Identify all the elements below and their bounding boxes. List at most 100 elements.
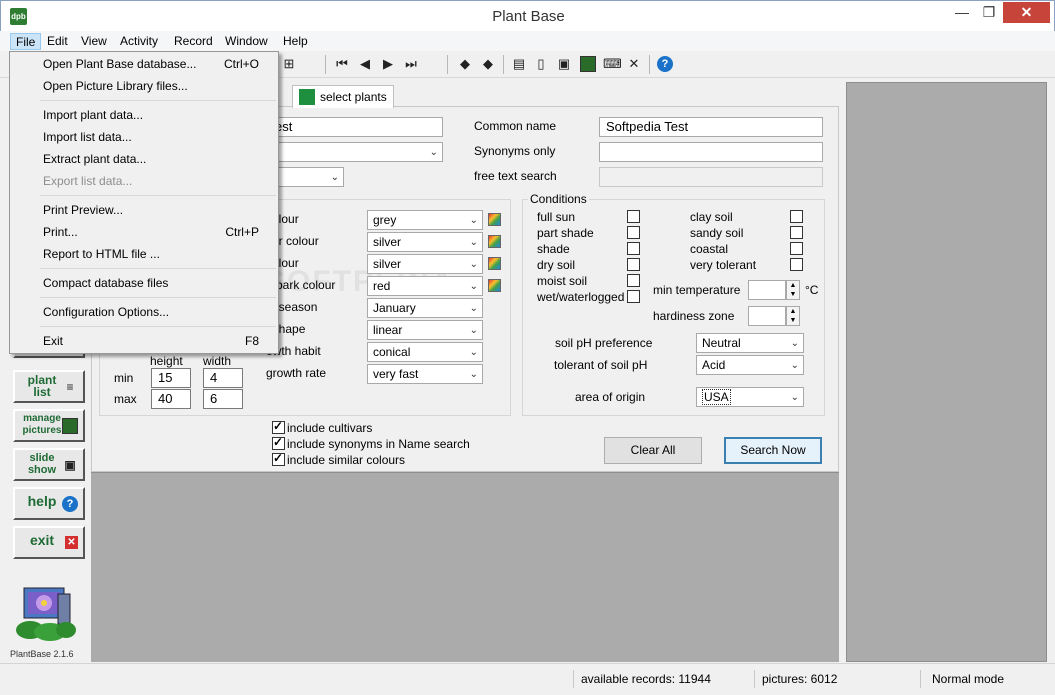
picture-icon[interactable] [580, 56, 596, 72]
menu-print[interactable]: Print... Ctrl+P [10, 222, 278, 242]
ph-tolerance-select[interactable]: Acid ⌄ [696, 355, 804, 375]
menu-separator [40, 326, 276, 327]
picture-icon [62, 418, 78, 434]
help-icon[interactable]: ? [657, 56, 673, 72]
hardiness-zone-input[interactable] [748, 306, 786, 326]
menu-file[interactable]: File [10, 33, 42, 50]
help-button[interactable]: help ? [13, 487, 85, 520]
part-shade-checkbox[interactable] [627, 226, 640, 239]
area-of-origin-select[interactable]: USA ⌄ [696, 387, 804, 407]
min-height-input[interactable]: 15 [151, 368, 191, 388]
colour-picker-icon[interactable] [488, 257, 501, 270]
hardiness-zone-label: hardiness zone [653, 309, 735, 323]
menu-report-html[interactable]: Report to HTML file ... [10, 244, 278, 264]
close-button[interactable]: ✕ [1003, 2, 1050, 23]
colour-picker-icon[interactable] [488, 235, 501, 248]
forward-icon[interactable]: ◆ [480, 56, 496, 72]
menu-item-label: Configuration Options... [43, 305, 170, 319]
menu-separator [40, 297, 276, 298]
exit-button[interactable]: exit ✕ [13, 526, 85, 559]
manage-pictures-button[interactable]: manage pictures [13, 409, 85, 442]
colour-select[interactable]: red ⌄ [367, 276, 483, 296]
condition-label: very tolerant [690, 258, 757, 272]
next-record-icon[interactable]: ▶ [380, 56, 396, 72]
search-now-button[interactable]: Search Now [724, 437, 822, 464]
menu-extract-plant-data[interactable]: Extract plant data... [10, 149, 278, 169]
menu-configuration-options[interactable]: Configuration Options... [10, 302, 278, 322]
free-text-input[interactable] [599, 167, 823, 187]
clay-soil-checkbox[interactable] [790, 210, 803, 223]
name-field[interactable]: est [268, 117, 443, 137]
menu-activity[interactable]: Activity [115, 33, 163, 50]
full-sun-checkbox[interactable] [627, 210, 640, 223]
menu-record[interactable]: Record [169, 33, 218, 50]
min-temperature-input[interactable] [748, 280, 786, 300]
keyboard-icon[interactable]: ⌨ [603, 56, 622, 72]
synonyms-label: Synonyms only [474, 144, 556, 158]
minimize-button[interactable]: — [949, 2, 975, 23]
last-record-icon[interactable]: ⏭ [403, 56, 419, 72]
colour-select[interactable]: grey ⌄ [367, 210, 483, 230]
leaf-shape-select[interactable]: linear ⌄ [367, 320, 483, 340]
previous-record-icon[interactable]: ◀ [357, 56, 373, 72]
moist-soil-checkbox[interactable] [627, 274, 640, 287]
menu-view[interactable]: View [76, 33, 112, 50]
colour-select[interactable]: silver ⌄ [367, 232, 483, 252]
new-record-icon[interactable]: ⊞ [281, 56, 297, 72]
min-width-input[interactable]: 4 [203, 368, 243, 388]
wet-waterlogged-checkbox[interactable] [627, 290, 640, 303]
very-tolerant-checkbox[interactable] [790, 258, 803, 271]
season-select[interactable]: January ⌄ [367, 298, 483, 318]
colour-picker-icon[interactable] [488, 279, 501, 292]
min-label: min [114, 371, 134, 385]
tools-icon[interactable]: ✕ [626, 56, 642, 72]
menu-import-plant-data[interactable]: Import plant data... [10, 105, 278, 125]
slide-show-button[interactable]: slide show ▣ [13, 448, 85, 481]
menu-help[interactable]: Help [278, 33, 313, 50]
growth-habit-select[interactable]: conical ⌄ [367, 342, 483, 362]
menu-exit[interactable]: Exit F8 [10, 331, 278, 351]
dry-soil-checkbox[interactable] [627, 258, 640, 271]
menu-window[interactable]: Window [220, 33, 273, 50]
menu-open-database[interactable]: Open Plant Base database... Ctrl+O [10, 54, 278, 74]
title-bar: dpb Plant Base — ❐ ✕ [0, 0, 1055, 31]
tab-label: select plants [320, 90, 387, 104]
tab-select-plants[interactable]: select plants [292, 85, 394, 108]
ph-preference-select[interactable]: Neutral ⌄ [696, 333, 804, 353]
clear-all-button[interactable]: Clear All [604, 437, 702, 464]
include-similar-colours-checkbox[interactable] [272, 451, 285, 466]
colour-select[interactable]: silver ⌄ [367, 254, 483, 274]
include-cultivars-checkbox[interactable] [272, 419, 285, 434]
family-select[interactable]: ⌄ [268, 167, 344, 187]
temperature-spinner[interactable]: ▲ ▼ [786, 280, 800, 300]
menu-compact-database[interactable]: Compact database files [10, 273, 278, 293]
hardiness-spinner[interactable]: ▲ ▼ [786, 306, 800, 326]
menu-print-preview[interactable]: Print Preview... [10, 200, 278, 220]
free-text-label: free text search [474, 169, 557, 183]
menu-edit[interactable]: Edit [42, 33, 73, 50]
menu-import-list-data[interactable]: Import list data... [10, 127, 278, 147]
temperature-unit: °C [805, 283, 819, 297]
synonyms-input[interactable] [599, 142, 823, 162]
include-synonyms-checkbox[interactable] [272, 435, 285, 450]
shade-checkbox[interactable] [627, 242, 640, 255]
condition-label: part shade [537, 226, 594, 240]
slide-projector-icon[interactable]: ▣ [556, 56, 572, 72]
maximize-button[interactable]: ❐ [976, 2, 1002, 23]
max-width-input[interactable]: 6 [203, 389, 243, 409]
common-name-input[interactable]: Softpedia Test [599, 117, 823, 137]
book-icon[interactable]: ▤ [511, 56, 527, 72]
colour-picker-icon[interactable] [488, 213, 501, 226]
coastal-checkbox[interactable] [790, 242, 803, 255]
back-icon[interactable]: ◆ [457, 56, 473, 72]
first-record-icon[interactable]: ⏮ [334, 56, 350, 72]
document-icon[interactable]: ▯ [533, 56, 549, 72]
growth-rate-select[interactable]: very fast ⌄ [367, 364, 483, 384]
menu-export-list-data[interactable]: Export list data... [10, 171, 278, 191]
genus-select[interactable]: ⌄ [268, 142, 443, 162]
plant-list-button[interactable]: plant list ≡ [13, 370, 85, 403]
sandy-soil-checkbox[interactable] [790, 226, 803, 239]
preview-panel [846, 82, 1047, 662]
menu-open-picture-library[interactable]: Open Picture Library files... [10, 76, 278, 96]
max-height-input[interactable]: 40 [151, 389, 191, 409]
